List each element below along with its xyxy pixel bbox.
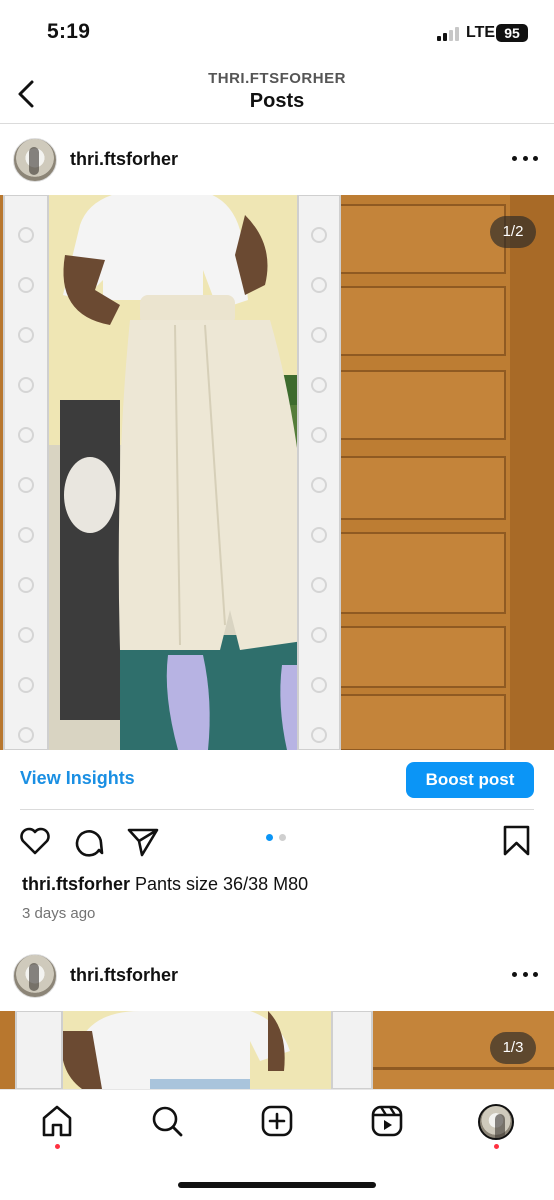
avatar[interactable] (13, 954, 57, 998)
status-time: 5:19 (47, 20, 91, 43)
view-insights-link[interactable]: View Insights (20, 768, 135, 789)
heart-icon[interactable] (18, 824, 52, 858)
carousel-indicator (266, 834, 286, 841)
comment-icon[interactable] (72, 824, 106, 858)
post-photo[interactable]: 1/2 (0, 195, 554, 750)
caption-username[interactable]: thri.ftsforher (22, 874, 130, 894)
photo-counter: 1/3 (490, 1032, 536, 1064)
boost-post-button[interactable]: Boost post (406, 762, 534, 798)
header-account: THRI.FTSFORHER (208, 70, 346, 87)
avatar[interactable] (13, 138, 57, 182)
divider (20, 809, 534, 810)
plus-square-icon[interactable] (260, 1104, 294, 1138)
post-time-ago: 3 days ago (22, 905, 96, 922)
post-header: thri.ftsforher (0, 940, 554, 1010)
battery-icon: 95 (496, 24, 528, 42)
status-bar: 5:19 LTE 95 (0, 0, 554, 62)
caption-text: Pants size 36/38 M80 (130, 874, 309, 894)
photo-counter: 1/2 (490, 216, 536, 248)
page-header: THRI.FTSFORHER Posts (0, 62, 554, 124)
search-icon[interactable] (150, 1104, 184, 1138)
avatar[interactable] (478, 1104, 514, 1140)
page-title: Posts (249, 90, 305, 112)
more-horizontal-icon[interactable] (512, 972, 538, 980)
home-icon[interactable] (40, 1104, 74, 1138)
network-type: LTE (466, 24, 496, 41)
post-photo[interactable]: 1/3 (0, 1011, 554, 1089)
notification-dot (55, 1144, 60, 1149)
bookmark-icon[interactable] (500, 824, 534, 858)
more-horizontal-icon[interactable] (512, 156, 538, 164)
signal-icon (437, 27, 459, 41)
reels-icon[interactable] (370, 1104, 404, 1138)
notification-dot (494, 1144, 499, 1149)
post-header: thri.ftsforher (0, 124, 554, 194)
home-indicator (178, 1182, 376, 1188)
post-username[interactable]: thri.ftsforher (70, 965, 178, 986)
post-username[interactable]: thri.ftsforher (70, 149, 178, 170)
post-caption: thri.ftsforher Pants size 36/38 M80 (22, 874, 308, 895)
send-icon[interactable] (126, 824, 160, 858)
